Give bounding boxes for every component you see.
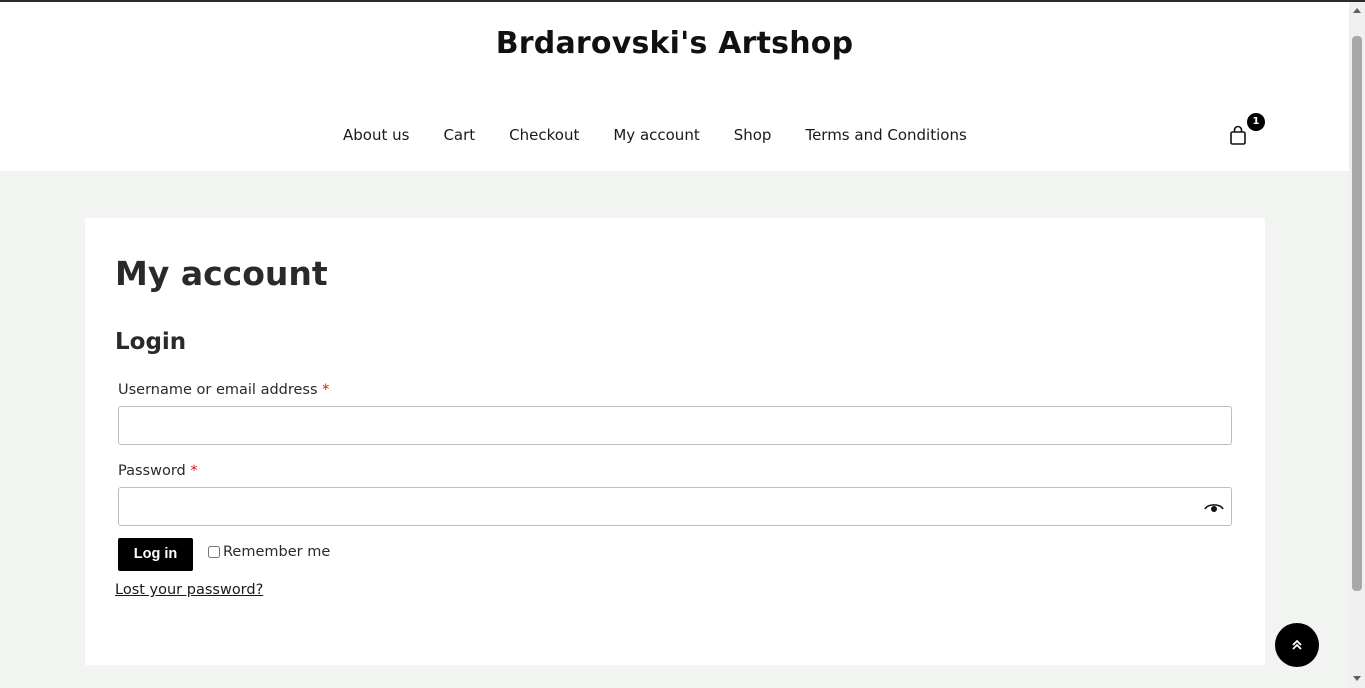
required-mark: * bbox=[322, 382, 330, 398]
cart-button[interactable]: 1 bbox=[1229, 113, 1265, 150]
account-card: My account Login Username or email addre… bbox=[85, 218, 1265, 665]
login-heading: Login bbox=[115, 329, 187, 355]
password-label: Password * bbox=[118, 463, 198, 479]
main-nav: About us Cart Checkout My account Shop T… bbox=[343, 126, 967, 144]
remember-me-label: Remember me bbox=[223, 544, 331, 560]
scrollbar-thumb[interactable] bbox=[1352, 36, 1362, 591]
site-title[interactable]: Brdarovski's Artshop bbox=[0, 26, 1349, 61]
nav-item-checkout[interactable]: Checkout bbox=[509, 126, 579, 144]
login-button[interactable]: Log in bbox=[118, 538, 193, 571]
nav-item-terms[interactable]: Terms and Conditions bbox=[805, 126, 966, 144]
scroll-to-top-button[interactable] bbox=[1275, 623, 1319, 667]
remember-me[interactable]: Remember me bbox=[208, 544, 330, 560]
nav-item-about-us[interactable]: About us bbox=[343, 126, 409, 144]
cart-count-badge: 1 bbox=[1247, 113, 1265, 131]
page-title: My account bbox=[115, 254, 328, 293]
required-mark: * bbox=[190, 463, 198, 479]
username-input[interactable] bbox=[118, 406, 1232, 445]
nav-item-shop[interactable]: Shop bbox=[734, 126, 772, 144]
nav-item-my-account[interactable]: My account bbox=[613, 126, 699, 144]
eye-icon[interactable] bbox=[1204, 501, 1224, 515]
username-label: Username or email address * bbox=[118, 382, 329, 398]
remember-me-checkbox[interactable] bbox=[208, 546, 220, 558]
scroll-down-arrow-icon[interactable] bbox=[1353, 676, 1361, 681]
password-input[interactable] bbox=[118, 487, 1232, 526]
site-header: Brdarovski's Artshop About us Cart Check… bbox=[0, 2, 1349, 171]
nav-item-cart[interactable]: Cart bbox=[443, 126, 475, 144]
username-label-text: Username or email address bbox=[118, 382, 318, 398]
shopping-bag-icon bbox=[1230, 125, 1246, 145]
password-label-text: Password bbox=[118, 463, 186, 479]
double-chevron-up-icon bbox=[1292, 639, 1302, 650]
lost-password-link[interactable]: Lost your password? bbox=[115, 582, 263, 598]
scroll-up-arrow-icon[interactable] bbox=[1353, 8, 1361, 13]
